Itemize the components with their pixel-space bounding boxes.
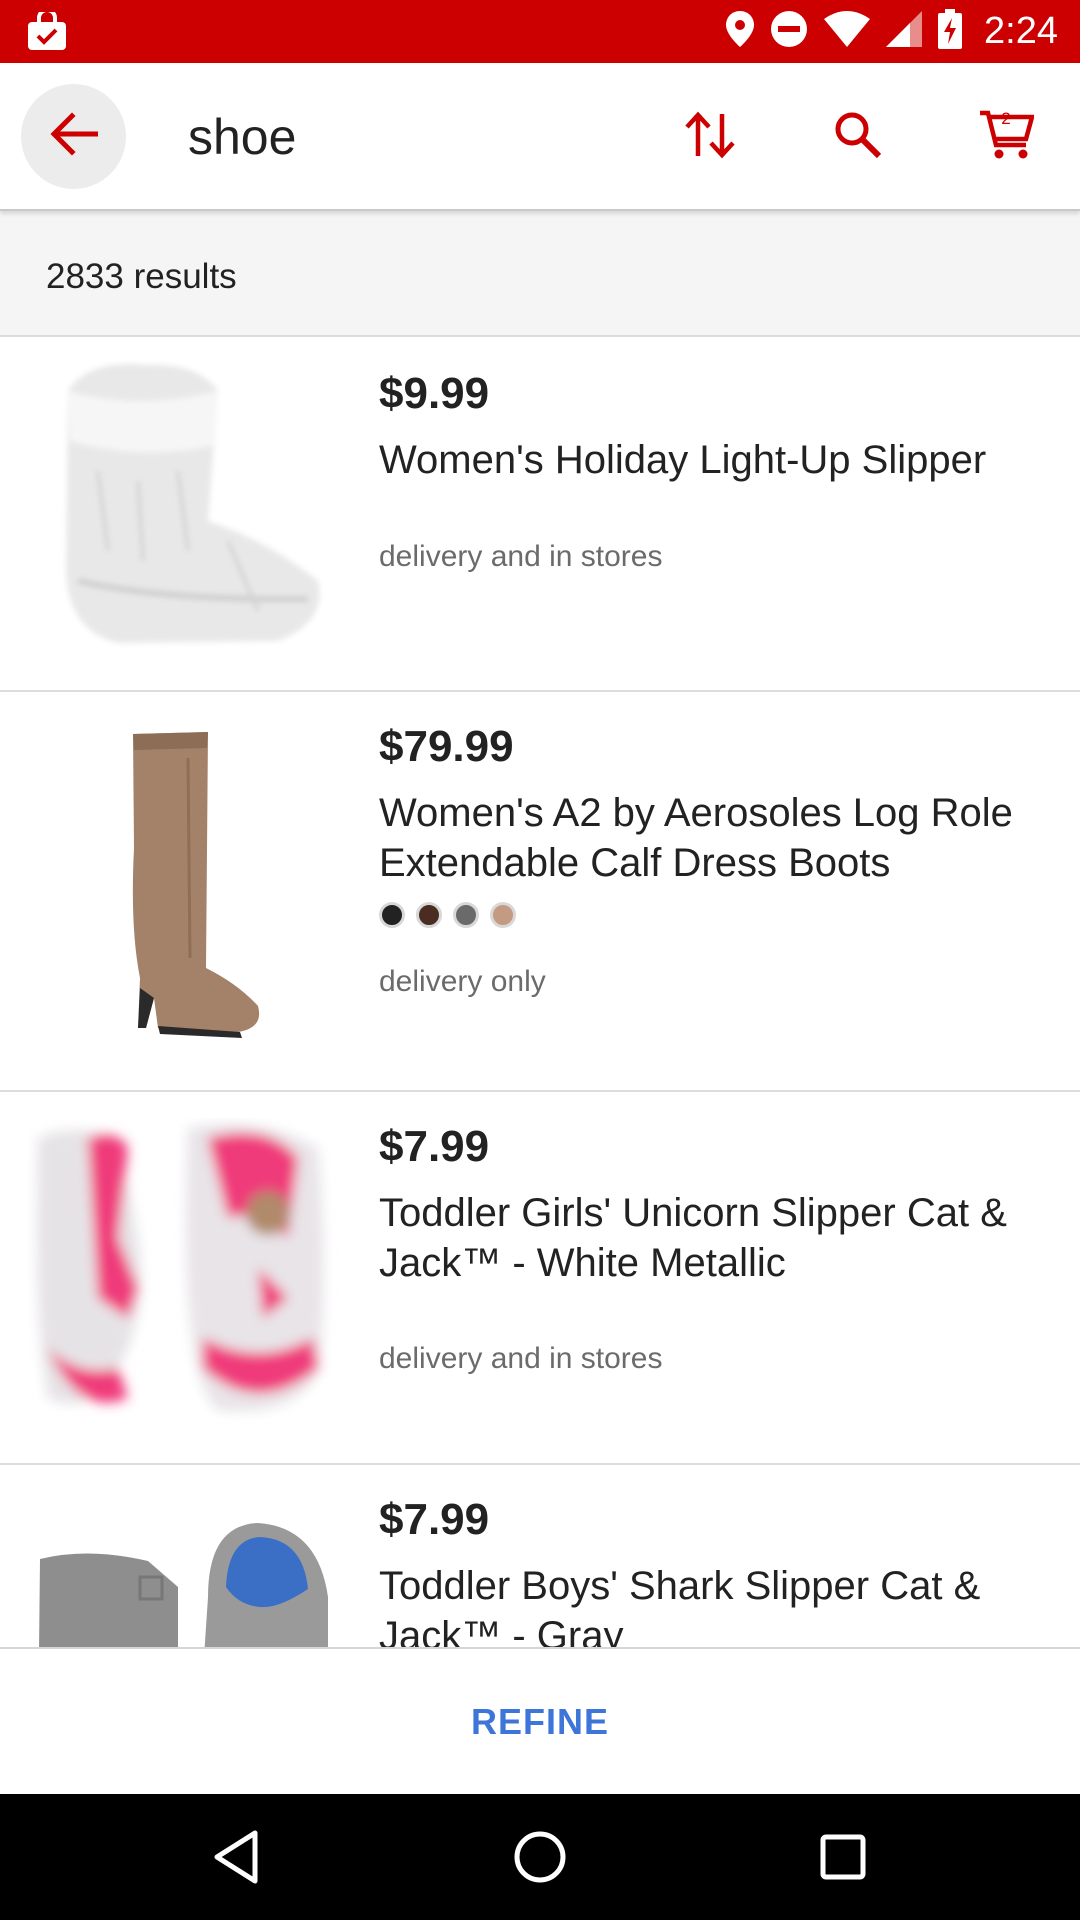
color-swatch[interactable] xyxy=(490,902,516,928)
search-button[interactable] xyxy=(818,97,898,177)
product-card[interactable]: $7.99 Toddler Boys' Shark Slipper Cat & … xyxy=(0,1465,1080,1647)
product-image-shark-slippers[interactable] xyxy=(28,1517,338,1647)
do-not-disturb-icon xyxy=(770,10,808,53)
product-availability: delivery only xyxy=(379,965,546,998)
product-title[interactable]: Toddler Girls' Unicorn Slipper Cat & Jac… xyxy=(379,1188,1059,1288)
shopping-bag-check-icon xyxy=(26,8,68,52)
product-card[interactable]: $79.99 Women's A2 by Aerosoles Log Role … xyxy=(0,692,1080,1092)
search-icon xyxy=(834,111,882,164)
sort-icon xyxy=(684,110,736,165)
product-availability: delivery and in stores xyxy=(379,1342,663,1375)
product-price: $7.99 xyxy=(379,1122,490,1171)
location-icon xyxy=(726,11,755,52)
search-query-text[interactable]: shoe xyxy=(188,107,296,167)
results-header: 2833 results xyxy=(0,211,1080,337)
wifi-icon xyxy=(824,11,871,52)
nav-home-icon[interactable] xyxy=(507,1824,573,1890)
product-availability: delivery and in stores xyxy=(379,540,663,573)
results-count: 2833 results xyxy=(46,257,237,296)
color-swatch[interactable] xyxy=(416,902,442,928)
cart-button[interactable]: 2 xyxy=(966,97,1046,177)
product-title[interactable]: Women's Holiday Light-Up Slipper xyxy=(379,435,1059,485)
nav-back-icon[interactable] xyxy=(203,1824,269,1890)
product-price: $9.99 xyxy=(379,369,490,418)
product-price: $7.99 xyxy=(379,1495,490,1544)
refine-bar: REFINE xyxy=(0,1647,1080,1794)
system-nav-bar xyxy=(0,1794,1080,1920)
color-swatches xyxy=(379,902,516,928)
cart-count-badge: 2 xyxy=(1001,109,1011,128)
status-bar: 2:24 xyxy=(0,0,1080,63)
product-card[interactable]: $9.99 Women's Holiday Light-Up Slipper d… xyxy=(0,337,1080,692)
product-title[interactable]: Toddler Boys' Shark Slipper Cat & Jack™ … xyxy=(379,1561,1059,1647)
product-title[interactable]: Women's A2 by Aerosoles Log Role Extenda… xyxy=(379,788,1059,888)
cell-signal-icon xyxy=(886,11,923,52)
product-image-tall-boot[interactable] xyxy=(28,728,338,1048)
status-time: 2:24 xyxy=(984,10,1058,52)
product-price: $79.99 xyxy=(379,722,514,771)
back-button[interactable] xyxy=(21,84,126,189)
product-image-fur-slipper[interactable] xyxy=(28,351,338,661)
battery-charging-icon xyxy=(938,9,963,54)
nav-recents-icon[interactable] xyxy=(810,1824,876,1890)
color-swatch[interactable] xyxy=(453,902,479,928)
back-arrow-icon xyxy=(49,112,98,161)
product-card[interactable]: $7.99 Toddler Girls' Unicorn Slipper Cat… xyxy=(0,1092,1080,1465)
color-swatch[interactable] xyxy=(379,902,405,928)
refine-button[interactable]: REFINE xyxy=(471,1701,609,1743)
product-list[interactable]: $9.99 Women's Holiday Light-Up Slipper d… xyxy=(0,337,1080,1647)
sort-button[interactable] xyxy=(670,97,750,177)
app-bar: shoe 2 xyxy=(0,63,1080,211)
product-image-unicorn-slippers[interactable] xyxy=(28,1118,338,1428)
